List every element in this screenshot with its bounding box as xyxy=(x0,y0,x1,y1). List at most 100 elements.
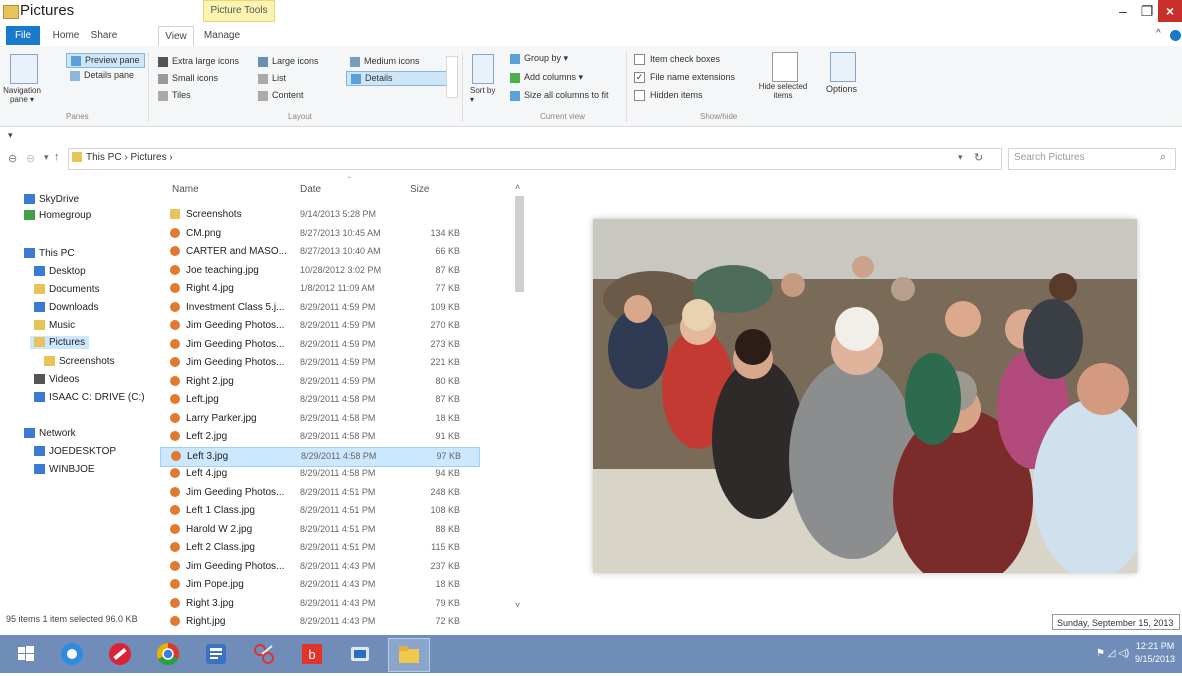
tab-home[interactable]: Home xyxy=(48,26,84,45)
file-row[interactable]: Investment Class 5.j... 8/29/2011 4:59 PM… xyxy=(160,299,478,317)
chrome-icon[interactable] xyxy=(148,638,188,670)
group-by-button[interactable]: Group by ▾ xyxy=(510,53,568,64)
nav-network[interactable]: Network xyxy=(24,428,76,439)
recent-locations-button[interactable]: ▾ xyxy=(44,152,49,163)
file-row[interactable]: Left 2 Class.jpg 8/29/2011 4:51 PM 115 KB xyxy=(160,539,478,557)
scroll-down-icon[interactable]: ˅ xyxy=(515,600,520,610)
tab-share[interactable]: Share xyxy=(86,26,122,45)
layout-list[interactable]: List xyxy=(258,73,286,84)
refresh-icon[interactable]: ↻ xyxy=(974,151,983,164)
nav-screenshots[interactable]: Screenshots xyxy=(44,356,115,367)
clock[interactable]: 12:21 PM 9/15/2013 xyxy=(1135,640,1175,666)
nav-pictures[interactable]: Pictures xyxy=(30,336,90,349)
up-arrow-icon[interactable]: ↑ xyxy=(54,151,60,163)
file-row[interactable]: CM.png 8/27/2013 10:45 AM 134 KB xyxy=(160,225,478,243)
file-row[interactable]: Jim Pope.jpg 8/29/2011 4:43 PM 18 KB xyxy=(160,576,478,594)
news-app-icon[interactable] xyxy=(196,638,236,670)
layout-large-icons[interactable]: Large icons xyxy=(258,56,319,67)
file-row[interactable]: Screenshots 9/14/2013 5:28 PM xyxy=(160,206,478,224)
scroll-up-icon[interactable]: ˄ xyxy=(515,182,520,192)
media-app-icon[interactable] xyxy=(340,638,380,670)
scrollbar-thumb[interactable] xyxy=(515,196,524,292)
file-row[interactable]: Right 2.jpg 8/29/2011 4:59 PM 80 KB xyxy=(160,373,478,391)
add-columns-button[interactable]: Add columns ▾ xyxy=(510,72,583,83)
block-app-icon[interactable] xyxy=(100,638,140,670)
file-row[interactable]: Jim Geeding Photos... 8/29/2011 4:59 PM 27… xyxy=(160,317,478,335)
item-check-boxes-toggle[interactable]: Item check boxes xyxy=(634,54,720,66)
file-row[interactable]: Left 2.jpg 8/29/2011 4:58 PM 91 KB xyxy=(160,428,478,446)
file-name-extensions-toggle[interactable]: ✓ File name extensions xyxy=(634,72,735,84)
search-input[interactable]: Search Pictures xyxy=(1014,152,1085,163)
file-row[interactable]: Joe teaching.jpg 10/28/2012 3:02 PM 87 KB xyxy=(160,262,478,280)
start-button[interactable] xyxy=(6,638,46,670)
nav-homegroup[interactable]: Homegroup xyxy=(24,210,91,221)
nav-downloads[interactable]: Downloads xyxy=(34,302,98,313)
nav-documents[interactable]: Documents xyxy=(34,284,100,295)
tab-file[interactable]: File xyxy=(6,26,40,45)
sort-by-button[interactable]: Sort by ▾ xyxy=(470,86,500,104)
quick-access-chevron-icon[interactable]: ▾ xyxy=(8,130,13,141)
file-row[interactable]: Jim Geeding Photos... 8/29/2011 4:43 PM 23… xyxy=(160,558,478,576)
checkbox-checked[interactable]: ✓ xyxy=(634,72,645,84)
file-row[interactable]: Left.jpg 8/29/2011 4:58 PM 87 KB xyxy=(160,391,478,409)
address-bar[interactable] xyxy=(68,148,1002,170)
details-pane-button[interactable]: Details pane xyxy=(70,70,134,81)
file-row[interactable]: Larry Parker.jpg 8/29/2011 4:58 PM 18 KB xyxy=(160,410,478,428)
hidden-items-toggle[interactable]: Hidden items xyxy=(634,90,703,102)
chevron-up-icon[interactable]: ^ xyxy=(1156,28,1161,39)
nav-desktop[interactable]: Desktop xyxy=(34,266,86,277)
size-all-columns-button[interactable]: Size all columns to fit xyxy=(510,90,609,101)
file-explorer-icon[interactable] xyxy=(388,638,430,672)
file-row[interactable]: Left 4.jpg 8/29/2011 4:58 PM 94 KB xyxy=(160,465,478,483)
address-path[interactable]: This PC › Pictures › xyxy=(86,152,173,163)
column-header-date[interactable]: Date xyxy=(300,184,321,195)
layout-scroll[interactable] xyxy=(446,56,458,98)
file-row[interactable]: Jim Geeding Photos... 8/29/2011 4:51 PM 24… xyxy=(160,484,478,502)
layout-tiles[interactable]: Tiles xyxy=(158,90,191,101)
file-row[interactable]: Right 4.jpg 1/8/2012 11:09 AM 77 KB xyxy=(160,280,478,298)
ribbon-divider xyxy=(462,52,463,122)
nav-videos[interactable]: Videos xyxy=(34,374,79,385)
checkbox[interactable] xyxy=(634,54,645,66)
file-row[interactable]: Harold W 2.jpg 8/29/2011 4:51 PM 88 KB xyxy=(160,521,478,539)
file-row[interactable]: Jim Geeding Photos... 8/29/2011 4:59 PM 22… xyxy=(160,354,478,372)
layout-medium-icons[interactable]: Medium icons xyxy=(350,56,420,67)
close-button[interactable]: × xyxy=(1158,0,1182,22)
navigation-pane-button[interactable]: Navigation pane ▾ xyxy=(2,86,42,104)
help-icon[interactable] xyxy=(1170,30,1181,41)
snipping-tool-icon[interactable] xyxy=(244,638,284,670)
system-tray-icons[interactable]: ⚑ ◿ ◁) xyxy=(1096,648,1129,659)
nav-music[interactable]: Music xyxy=(34,320,75,331)
layout-details[interactable]: Details xyxy=(346,71,450,86)
address-dropdown-icon[interactable]: ▾ xyxy=(958,152,963,163)
back-button[interactable]: ⊖ xyxy=(8,152,17,165)
column-header-name[interactable]: Name xyxy=(172,184,199,195)
preview-pane-button[interactable]: Preview pane xyxy=(66,53,145,68)
file-row[interactable]: Left 3.jpg 8/29/2011 4:58 PM 97 KB xyxy=(160,446,480,467)
column-header-size[interactable]: Size xyxy=(410,184,429,195)
nav-joedesktop[interactable]: JOEDESKTOP xyxy=(34,446,116,457)
internet-explorer-icon[interactable] xyxy=(52,638,92,670)
file-row[interactable]: Right.jpg 8/29/2011 4:43 PM 72 KB xyxy=(160,613,478,631)
checkbox[interactable] xyxy=(634,90,645,102)
search-icon[interactable]: ⌕ xyxy=(1160,151,1166,164)
forward-button[interactable]: ⊖ xyxy=(26,152,35,165)
tab-manage[interactable]: Manage xyxy=(200,26,244,45)
options-button[interactable]: Options xyxy=(826,84,857,94)
nav-this-pc[interactable]: This PC xyxy=(24,248,75,259)
tab-view[interactable]: View xyxy=(158,26,194,47)
file-row[interactable]: Left 1 Class.jpg 8/29/2011 4:51 PM 108 KB xyxy=(160,502,478,520)
layout-content[interactable]: Content xyxy=(258,90,304,101)
layout-small-icons[interactable]: Small icons xyxy=(158,73,218,84)
minimize-button[interactable]: – xyxy=(1110,0,1136,22)
nav-skydrive[interactable]: SkyDrive xyxy=(24,194,79,205)
file-row[interactable]: CARTER and MASO... 8/27/2013 10:40 AM 66 K… xyxy=(160,243,478,261)
nav-winbjoe[interactable]: WINBJOE xyxy=(34,464,95,475)
file-row[interactable]: Jim Geeding Photos... 8/29/2011 4:59 PM 27… xyxy=(160,336,478,354)
bing-app-icon[interactable]: b xyxy=(292,638,332,670)
layout-extra-large-icons[interactable]: Extra large icons xyxy=(158,56,239,67)
nav-c-drive[interactable]: ISAAC C: DRIVE (C:) xyxy=(34,392,145,403)
hide-selected-items-button[interactable]: Hide selected items xyxy=(750,82,816,100)
maximize-button[interactable]: ❐ xyxy=(1136,0,1158,22)
file-row[interactable]: Right 3.jpg 8/29/2011 4:43 PM 79 KB xyxy=(160,595,478,613)
